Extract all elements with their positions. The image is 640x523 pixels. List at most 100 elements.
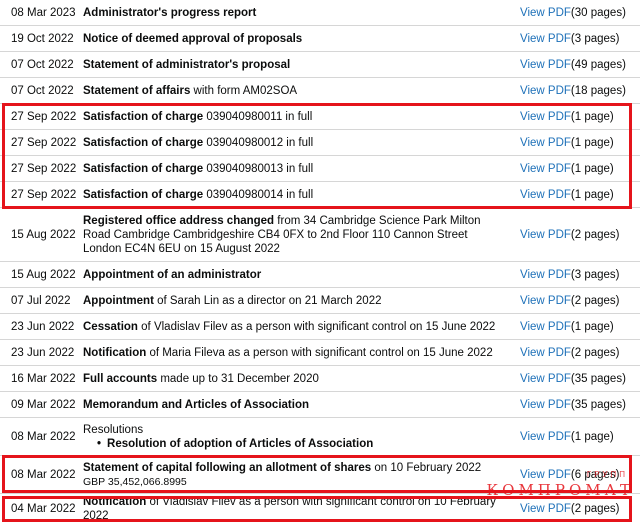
pdf-link-cell: View PDF (3 pages) [520,26,640,51]
table-row: 27 Sep 2022 Satisfaction of charge 039040… [0,130,640,156]
filing-date: 23 Jun 2022 [11,346,75,359]
filing-description: Notification of Vladislav Filev as a per… [83,496,503,522]
view-pdf-link[interactable]: View PDF [520,295,571,307]
page-count: (1 page) [570,320,614,333]
filing-date: 15 Aug 2022 [11,228,76,241]
filing-description: Memorandum and Articles of Association [83,392,503,417]
filing-description: Statement of capital following an allotm… [83,456,503,493]
filing-detail: 039040980013 in full [203,162,314,175]
filing-date: 19 Oct 2022 [11,32,74,45]
pdf-link-cell: View PDF (2 pages) [520,340,640,365]
view-pdf-link[interactable]: View PDF [520,469,571,481]
page-count: (1 page) [570,136,614,149]
filing-type: Satisfaction of charge [83,188,204,201]
filing-detail: 039040980012 in full [203,136,314,149]
table-row: 23 Jun 2022 Notification of Maria Fileva … [0,340,640,366]
filing-description: Cessation of Vladislav Filev as a person… [83,314,503,339]
filing-date: 16 Mar 2022 [11,372,76,385]
view-pdf-link[interactable]: View PDF [520,399,571,411]
view-pdf-link[interactable]: View PDF [520,33,571,45]
filing-date: 23 Jun 2022 [11,320,75,333]
filing-type: Satisfaction of charge [83,162,204,175]
pdf-link-cell: View PDF (2 pages) [520,288,640,313]
view-pdf-link[interactable]: View PDF [520,85,571,97]
view-pdf-link[interactable]: View PDF [520,137,571,149]
page-count: (1 page) [570,162,614,175]
table-row: 16 Mar 2022 Full accounts made up to 31 D… [0,366,640,392]
filing-type: Full accounts [83,372,158,385]
view-pdf-link[interactable]: View PDF [520,111,571,123]
filing-date: 04 Mar 2022 [11,503,76,515]
page-count: (1 page) [570,188,614,201]
table-row: 04 Mar 2022 Notification of Vladislav Fil… [0,496,640,522]
filing-detail: of Sarah Lin as a director on 21 March 2… [153,294,382,307]
page-count: (3 pages) [570,268,620,281]
page-count: (2 pages) [570,503,620,515]
filing-description: Appointment of Sarah Lin as a director o… [83,288,503,313]
view-pdf-link[interactable]: View PDF [520,503,571,515]
filing-detail: made up to 31 December 2020 [157,372,319,385]
pdf-link-cell: View PDF (1 page) [520,130,640,155]
filing-detail: of Vladislav Filev as a person with sign… [137,320,496,333]
table-row: 15 Aug 2022 Appointment of an administrat… [0,262,640,288]
pdf-link-cell: View PDF (1 page) [520,418,640,455]
view-pdf-link[interactable]: View PDF [520,431,571,443]
filing-detail: on 10 February 2022 [371,461,482,474]
filing-detail: of Maria Fileva as a person with signifi… [146,346,493,359]
table-row: 07 Oct 2022 Statement of affairs with for… [0,78,640,104]
table-row: 27 Sep 2022 Satisfaction of charge 039040… [0,182,640,208]
pdf-link-cell: View PDF (49 pages) [520,52,640,77]
pdf-link-cell: View PDF (35 pages) [520,392,640,417]
view-pdf-link[interactable]: View PDF [520,229,571,241]
filing-detail: 039040980011 in full [203,110,313,123]
page-count: (1 page) [570,430,614,443]
filing-type: Notification [83,346,147,359]
filing-type: Statement of capital following an allotm… [83,461,372,474]
table-row: 27 Sep 2022 Satisfaction of charge 039040… [0,104,640,130]
pdf-link-cell: View PDF (2 pages) [520,496,640,522]
filing-date: 27 Sep 2022 [11,136,77,149]
page-count: (18 pages) [570,84,626,97]
table-row: 27 Sep 2022 Satisfaction of charge 039040… [0,156,640,182]
table-row: 08 Mar 2022 ResolutionsResolution of adop… [0,418,640,456]
view-pdf-link[interactable]: View PDF [520,269,571,281]
watermark-logo: КОМПРОМАТ [486,481,634,499]
pdf-link-cell: View PDF (3 pages) [520,262,640,287]
view-pdf-link[interactable]: View PDF [520,347,571,359]
filing-type: Notification [83,496,147,508]
filing-type: Satisfaction of charge [83,136,204,149]
filing-type: Appointment [83,294,154,307]
filing-type: Cessation [83,320,138,333]
page-count: (35 pages) [570,372,626,385]
table-row: 07 Oct 2022 Statement of administrator's … [0,52,640,78]
filing-date: 27 Sep 2022 [11,162,77,175]
pdf-link-cell: View PDF (1 page) [520,182,640,207]
page-count: (1 page) [570,110,614,123]
filing-date: 08 Mar 2023 [11,6,76,19]
filing-date: 08 Mar 2022 [11,468,76,481]
table-row: 23 Jun 2022 Cessation of Vladislav Filev … [0,314,640,340]
filing-date: 27 Sep 2022 [11,110,77,123]
table-row: 09 Mar 2022 Memorandum and Articles of As… [0,392,640,418]
filing-type: Appointment of an administrator [83,268,262,281]
filing-type: Memorandum and Articles of Association [83,398,309,411]
filing-type: Administrator's progress report [83,6,257,19]
filing-description: ResolutionsResolution of adoption of Art… [83,418,503,455]
filing-description: Appointment of an administrator [83,262,503,287]
pdf-link-cell: View PDF (18 pages) [520,78,640,103]
view-pdf-link[interactable]: View PDF [520,189,571,201]
view-pdf-link[interactable]: View PDF [520,7,571,19]
view-pdf-link[interactable]: View PDF [520,321,571,333]
filing-description: Registered office address changed from 3… [83,208,503,261]
view-pdf-link[interactable]: View PDF [520,59,571,71]
filing-detail: with form AM02SOA [190,84,298,97]
view-pdf-link[interactable]: View PDF [520,373,571,385]
filing-description: Satisfaction of charge 039040980012 in f… [83,130,503,155]
pdf-link-cell: View PDF (1 page) [520,314,640,339]
view-pdf-link[interactable]: View PDF [520,163,571,175]
filing-detail: 039040980014 in full [203,188,314,201]
filing-description: Administrator's progress report [83,0,503,25]
table-row: 08 Mar 2023 Administrator's progress repo… [0,0,640,26]
filing-date: 09 Mar 2022 [11,398,76,411]
pdf-link-cell: View PDF (2 pages) [520,208,640,261]
